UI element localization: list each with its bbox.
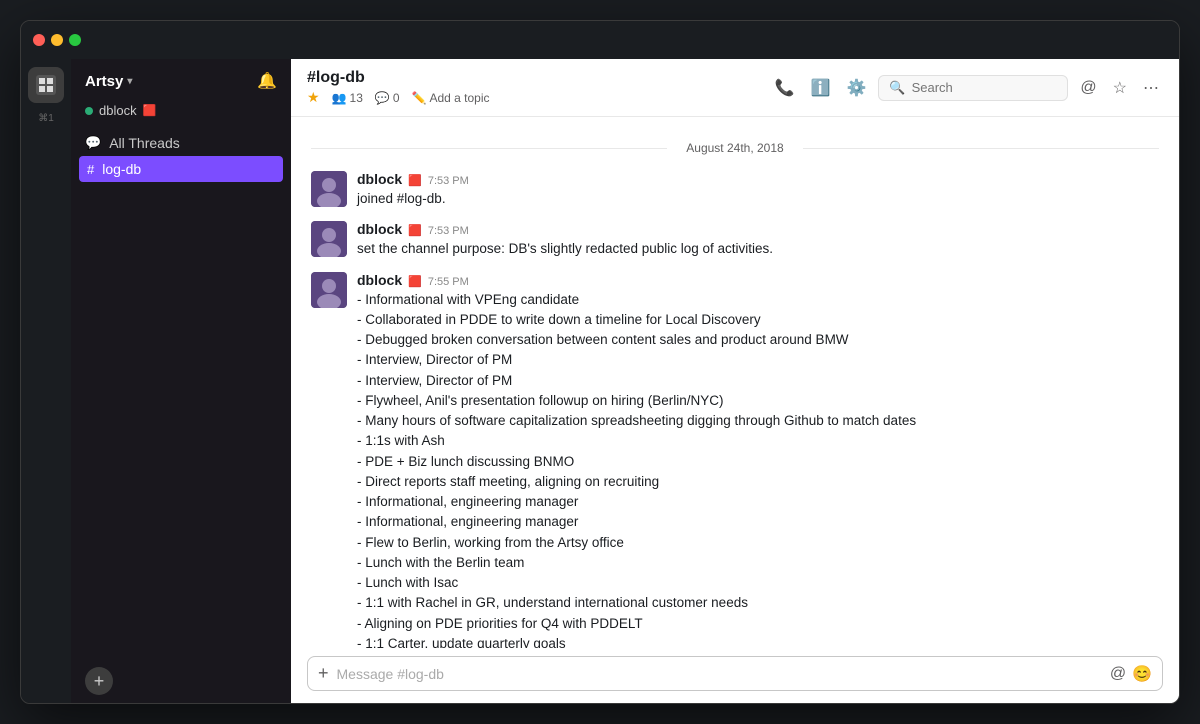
threads-icon: 💬 — [85, 135, 101, 151]
add-attachment-button[interactable]: + — [318, 663, 329, 684]
nav-shortcut: ⌘1 — [38, 113, 54, 124]
sidebar: Artsy ▾ 🔔 dblock 🟥 💬 All Threads # log-d… — [71, 59, 291, 703]
add-channel-button[interactable]: + — [85, 667, 113, 695]
minimize-button[interactable] — [51, 34, 63, 46]
star-icon[interactable]: ★ — [307, 89, 320, 106]
emoji-icon[interactable]: 😊 — [1132, 664, 1152, 684]
message-body: dblock 🟥 7:53 PM set the channel purpose… — [357, 221, 1159, 259]
workspace-logo[interactable] — [28, 67, 64, 103]
message-time: 7:55 PM — [428, 276, 469, 288]
author-status-icon: 🟥 — [408, 224, 422, 237]
avatar — [311, 272, 347, 308]
message-text: joined #log-db. — [357, 189, 1159, 209]
info-icon[interactable]: ℹ️ — [807, 74, 835, 102]
search-icon: 🔍 — [889, 80, 905, 96]
main-content: #log-db ★ 👥 13 💬 0 ✏️ — [291, 59, 1179, 703]
message-group: dblock 🟥 7:55 PM - Informational with VP… — [311, 272, 1159, 649]
at-mention-icon[interactable]: @ — [1110, 665, 1126, 683]
hash-icon: # — [87, 162, 94, 177]
add-topic[interactable]: ✏️ Add a topic — [412, 91, 490, 105]
members-count: 👥 13 — [332, 91, 363, 105]
settings-icon[interactable]: ⚙️ — [842, 74, 870, 102]
notification-bell-icon[interactable]: 🔔 — [257, 71, 277, 91]
message-body: dblock 🟥 7:55 PM - Informational with VP… — [357, 272, 1159, 649]
message-meta: dblock 🟥 7:53 PM — [357, 221, 1159, 237]
sidebar-bottom: + — [71, 659, 291, 703]
traffic-lights — [33, 34, 81, 46]
message-author: dblock — [357, 221, 402, 237]
input-right-icons: @ 😊 — [1110, 664, 1152, 684]
status-icon: 🟥 — [143, 104, 157, 117]
message-input-bar: + @ 😊 — [291, 648, 1179, 703]
message-text: set the channel purpose: DB's slightly r… — [357, 239, 1159, 259]
message-group: dblock 🟥 7:53 PM set the channel purpose… — [311, 221, 1159, 259]
author-status-icon: 🟥 — [408, 174, 422, 187]
close-button[interactable] — [33, 34, 45, 46]
header-right: 📞 ℹ️ ⚙️ 🔍 @ ☆ ⋯ — [771, 74, 1163, 102]
sidebar-navigation: 💬 All Threads # log-db — [71, 126, 291, 186]
sidebar-user: dblock 🟥 — [71, 99, 291, 126]
nav-rail: ⌘1 — [21, 59, 71, 703]
more-options-icon[interactable]: ⋯ — [1139, 74, 1163, 102]
online-status-dot — [85, 107, 93, 115]
sidebar-header: Artsy ▾ 🔔 — [71, 59, 291, 99]
message-input[interactable] — [337, 666, 1102, 682]
maximize-button[interactable] — [69, 34, 81, 46]
avatar — [311, 221, 347, 257]
replies-count: 💬 0 — [375, 91, 400, 105]
date-divider: August 24th, 2018 — [311, 141, 1159, 155]
header-left: #log-db ★ 👥 13 💬 0 ✏️ — [307, 69, 763, 106]
message-author: dblock — [357, 171, 402, 187]
message-meta: dblock 🟥 7:55 PM — [357, 272, 1159, 288]
message-author: dblock — [357, 272, 402, 288]
avatar — [311, 171, 347, 207]
author-status-icon: 🟥 — [408, 275, 422, 288]
message-meta: dblock 🟥 7:53 PM — [357, 171, 1159, 187]
at-icon[interactable]: @ — [1076, 75, 1100, 101]
channel-title-row: #log-db — [307, 69, 763, 87]
phone-icon[interactable]: 📞 — [771, 74, 799, 102]
search-box[interactable]: 🔍 — [878, 75, 1068, 101]
channel-title: #log-db — [307, 69, 365, 87]
message-body: dblock 🟥 7:53 PM joined #log-db. — [357, 171, 1159, 209]
chevron-down-icon: ▾ — [127, 76, 132, 87]
messages-area: August 24th, 2018 dblock 🟥 — [291, 117, 1179, 648]
workspace-name[interactable]: Artsy ▾ — [85, 73, 132, 90]
message-time: 7:53 PM — [428, 225, 469, 237]
message-time: 7:53 PM — [428, 175, 469, 187]
message-text: - Informational with VPEng candidate - C… — [357, 290, 1159, 649]
message-group: dblock 🟥 7:53 PM joined #log-db. — [311, 171, 1159, 209]
bookmark-icon[interactable]: ☆ — [1109, 74, 1131, 102]
message-input-box: + @ 😊 — [307, 656, 1163, 691]
search-input[interactable] — [912, 80, 1058, 95]
title-bar — [21, 21, 1179, 59]
username-label: dblock — [99, 103, 137, 118]
channel-meta: ★ 👥 13 💬 0 ✏️ Add a topic — [307, 89, 763, 106]
sidebar-item-log-db[interactable]: # log-db — [79, 156, 283, 182]
sidebar-item-all-threads[interactable]: 💬 All Threads — [71, 130, 291, 156]
channel-header: #log-db ★ 👥 13 💬 0 ✏️ — [291, 59, 1179, 117]
